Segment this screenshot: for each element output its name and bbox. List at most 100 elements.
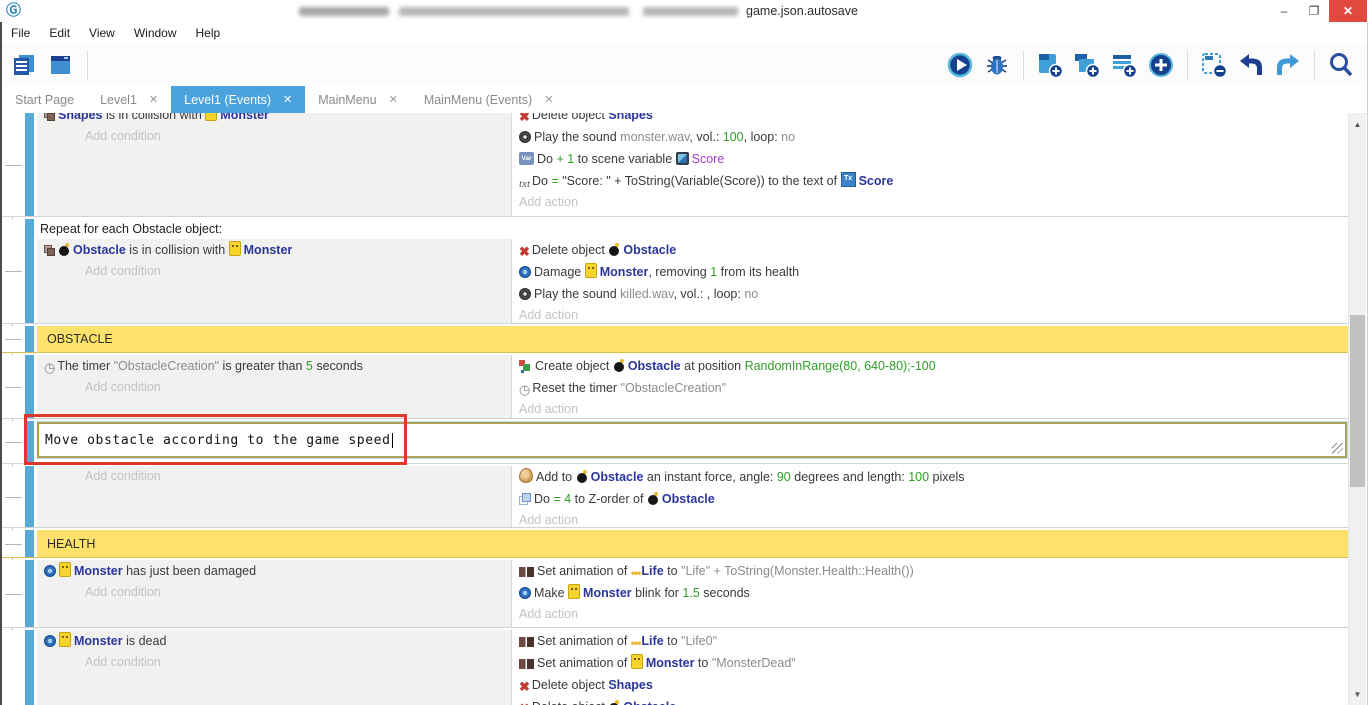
remove-event-icon[interactable] <box>1200 51 1228 79</box>
tab-level1[interactable]: Level1✕ <box>87 86 171 113</box>
action-line[interactable]: ✖Delete object Shapes <box>512 674 1349 696</box>
add-sub-event-icon[interactable] <box>1073 51 1101 79</box>
action-line[interactable]: ◷Reset the timer "ObstacleCreation" <box>512 377 1349 399</box>
condition-line[interactable]: Monster has just been damaged <box>37 560 511 582</box>
action-line[interactable]: txtDo = "Score: " + ToString(Variable(Sc… <box>512 170 1349 192</box>
foreach-event-header[interactable]: Repeat for each Obstacle object: <box>37 219 1349 239</box>
tab-mainmenu[interactable]: MainMenu✕ <box>305 86 411 113</box>
tab-level1-events-[interactable]: Level1 (Events)✕ <box>171 86 305 113</box>
add-event-icon[interactable] <box>1036 51 1064 79</box>
conditions-column[interactable]: Monster is deadAdd condition <box>37 630 511 705</box>
fold-tick[interactable] <box>5 165 22 166</box>
event-selection-bar[interactable] <box>25 466 34 527</box>
menu-view[interactable]: View <box>89 26 115 40</box>
resize-grip-icon[interactable] <box>1332 443 1343 454</box>
redo-icon[interactable] <box>1274 51 1302 79</box>
close-button[interactable]: ✕ <box>1329 0 1367 22</box>
action-line[interactable]: Do = 4 to Z-order of Obstacle <box>512 488 1349 510</box>
project-manager-icon[interactable] <box>10 51 38 79</box>
add-condition-link[interactable]: Add condition <box>37 377 511 398</box>
event-selection-bar[interactable] <box>25 421 34 463</box>
action-line[interactable]: Play the sound monster.wav, vol.: 100, l… <box>512 126 1349 148</box>
fold-tick[interactable] <box>5 594 22 595</box>
search-icon[interactable] <box>1327 51 1355 79</box>
play-icon[interactable] <box>946 51 974 79</box>
action-line[interactable]: Play the sound killed.wav, vol.: , loop:… <box>512 283 1349 305</box>
actions-column[interactable]: Create object Obstacle at position Rando… <box>511 355 1349 418</box>
event-selection-bar[interactable] <box>25 326 34 352</box>
comment-edit-textarea[interactable]: Move obstacle according to the game spee… <box>37 422 1347 458</box>
condition-line[interactable]: Obstacle is in collision with Monster <box>37 239 511 261</box>
action-line[interactable]: Do + 1 to scene variable Score <box>512 148 1349 170</box>
conditions-column[interactable]: Add condition <box>37 466 511 527</box>
scroll-down-arrow-icon[interactable]: ▼ <box>1349 687 1366 701</box>
event-group-header[interactable]: OBSTACLE <box>37 326 1349 352</box>
action-line[interactable]: ✖Delete object Obstacle <box>512 239 1349 261</box>
add-action-link[interactable]: Add action <box>512 192 1349 213</box>
tab-close-icon[interactable]: ✕ <box>389 93 398 106</box>
event-selection-bar[interactable] <box>25 219 34 323</box>
conditions-column[interactable]: Monster has just been damagedAdd conditi… <box>37 560 511 627</box>
add-action-link[interactable]: Add action <box>512 604 1349 625</box>
condition-line[interactable]: Monster is dead <box>37 630 511 652</box>
add-action-link[interactable]: Add action <box>512 399 1349 418</box>
action-line[interactable]: ✖Delete object Obstacle <box>512 696 1349 705</box>
add-action-link[interactable]: Add action <box>512 510 1349 527</box>
action-line[interactable]: Set animation of •••Life to "Life" + ToS… <box>512 560 1349 582</box>
tab-close-icon[interactable]: ✕ <box>149 93 158 106</box>
action-line[interactable]: Add to Obstacle an instant force, angle:… <box>512 466 1349 488</box>
conditions-column[interactable]: Obstacle is in collision with MonsterAdd… <box>37 239 511 323</box>
fold-tick[interactable] <box>5 339 22 340</box>
event-selection-bar[interactable] <box>25 113 34 216</box>
fold-tick[interactable] <box>5 544 22 545</box>
actions-column[interactable]: Set animation of •••Life to "Life0"Set a… <box>511 630 1349 705</box>
menu-window[interactable]: Window <box>134 26 177 40</box>
fold-tick[interactable] <box>5 271 22 272</box>
tab-mainmenu-events-[interactable]: MainMenu (Events)✕ <box>411 86 567 113</box>
action-line[interactable]: ✖Delete object Shapes <box>512 113 1349 126</box>
fold-tick[interactable] <box>5 442 22 443</box>
conditions-column[interactable]: ◷The timer "ObstacleCreation" is greater… <box>37 355 511 418</box>
event-selection-bar[interactable] <box>25 355 34 418</box>
action-line[interactable]: Create object Obstacle at position Rando… <box>512 355 1349 377</box>
debug-icon[interactable] <box>983 51 1011 79</box>
add-comment-icon[interactable] <box>1110 51 1138 79</box>
actions-column[interactable]: ✖Delete object ShapesPlay the sound mons… <box>511 113 1349 216</box>
vertical-scrollbar[interactable]: ▲ ▼ <box>1348 113 1366 705</box>
tab-start-page[interactable]: Start Page <box>2 86 87 113</box>
minimize-button[interactable]: – <box>1269 0 1299 22</box>
restore-button[interactable]: ❐ <box>1299 0 1329 22</box>
add-action-link[interactable]: Add action <box>512 305 1349 323</box>
tab-close-icon[interactable]: ✕ <box>283 93 292 106</box>
add-condition-link[interactable]: Add condition <box>37 582 511 603</box>
scrollbar-thumb[interactable] <box>1350 315 1365 487</box>
menu-file[interactable]: File <box>11 26 30 40</box>
add-condition-link[interactable]: Add condition <box>37 466 511 487</box>
add-condition-link[interactable]: Add condition <box>37 261 511 282</box>
actions-column[interactable]: Set animation of •••Life to "Life" + ToS… <box>511 560 1349 627</box>
menu-edit[interactable]: Edit <box>49 26 70 40</box>
scroll-up-arrow-icon[interactable]: ▲ <box>1349 117 1366 131</box>
condition-line[interactable]: ◷The timer "ObstacleCreation" is greater… <box>37 355 511 377</box>
add-condition-link[interactable]: Add condition <box>37 652 511 673</box>
action-line[interactable]: Make Monster blink for 1.5 seconds <box>512 582 1349 604</box>
menu-help[interactable]: Help <box>196 26 221 40</box>
action-line[interactable]: Damage Monster, removing 1 from its heal… <box>512 261 1349 283</box>
event-selection-bar[interactable] <box>25 630 34 705</box>
action-line[interactable]: Set animation of Monster to "MonsterDead… <box>512 652 1349 674</box>
condition-line[interactable]: Shapes is in collision with Monster <box>37 113 511 126</box>
action-line[interactable]: Set animation of •••Life to "Life0" <box>512 630 1349 652</box>
fold-tick[interactable] <box>5 497 22 498</box>
event-selection-bar[interactable] <box>25 530 34 557</box>
event-group-header[interactable]: HEALTH <box>37 530 1349 557</box>
event-selection-bar[interactable] <box>25 560 34 627</box>
tab-close-icon[interactable]: ✕ <box>544 93 553 106</box>
fold-tick[interactable] <box>5 387 22 388</box>
conditions-column[interactable]: Shapes is in collision with MonsterAdd c… <box>37 113 511 216</box>
undo-icon[interactable] <box>1237 51 1265 79</box>
add-other-event-icon[interactable] <box>1147 51 1175 79</box>
add-condition-link[interactable]: Add condition <box>37 126 511 147</box>
actions-column[interactable]: ✖Delete object ObstacleDamage Monster, r… <box>511 239 1349 323</box>
actions-column[interactable]: Add to Obstacle an instant force, angle:… <box>511 466 1349 527</box>
scene-editor-icon[interactable] <box>47 51 75 79</box>
